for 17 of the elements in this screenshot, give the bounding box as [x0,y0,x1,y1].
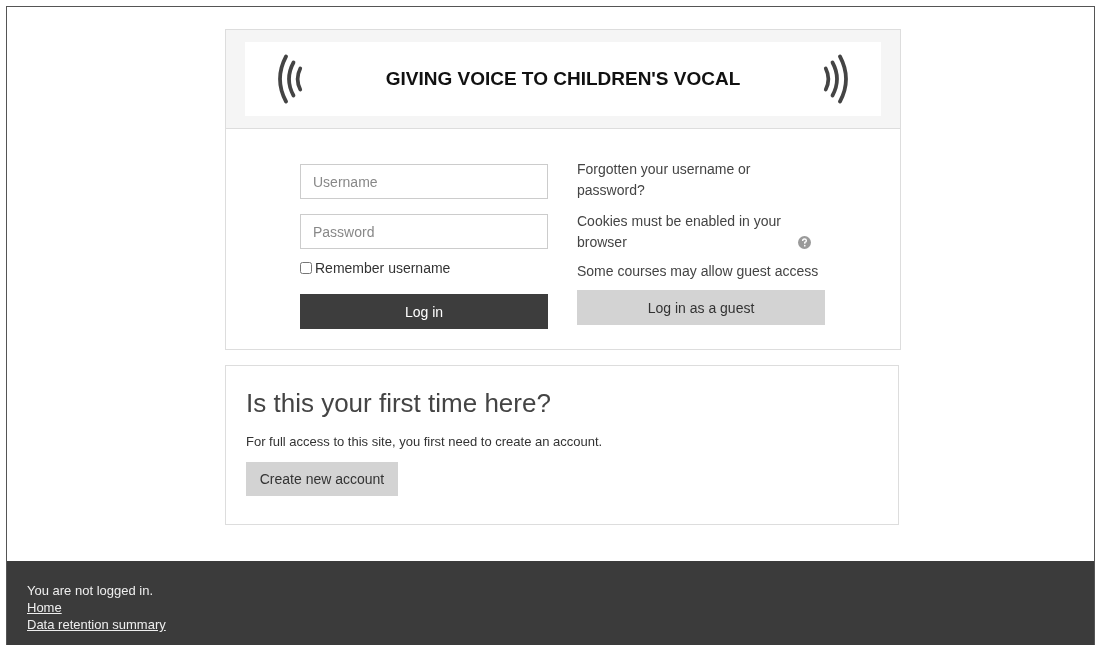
remember-label: Remember username [315,260,451,276]
login-status: You are not logged in. [27,582,153,599]
signup-heading: Is this your first time here? [246,388,552,419]
forgot-link[interactable]: Forgotten your username or password? [577,159,777,201]
guest-note: Some courses may allow guest access [577,262,820,281]
footer-link[interactable]: Data retention summary [27,616,166,633]
create-account-button[interactable]: Create new account [246,462,398,496]
login-button[interactable]: Log in [300,294,548,329]
guest-login-button[interactable]: Log in as a guest [577,290,825,325]
cookies-note: Cookies must be enabled in your browser [577,212,782,252]
username-field[interactable]: Username [300,164,548,199]
banner-title: GIVING VOICE TO CHILDREN'S VOCAL [385,68,741,90]
signup-text: For full access to this site, you first need to create an account. [246,434,604,449]
remember-checkbox[interactable] [300,262,312,274]
footer-link[interactable]: Home [27,599,62,616]
password-field[interactable]: Password [300,214,548,249]
help-icon[interactable] [798,236,811,249]
